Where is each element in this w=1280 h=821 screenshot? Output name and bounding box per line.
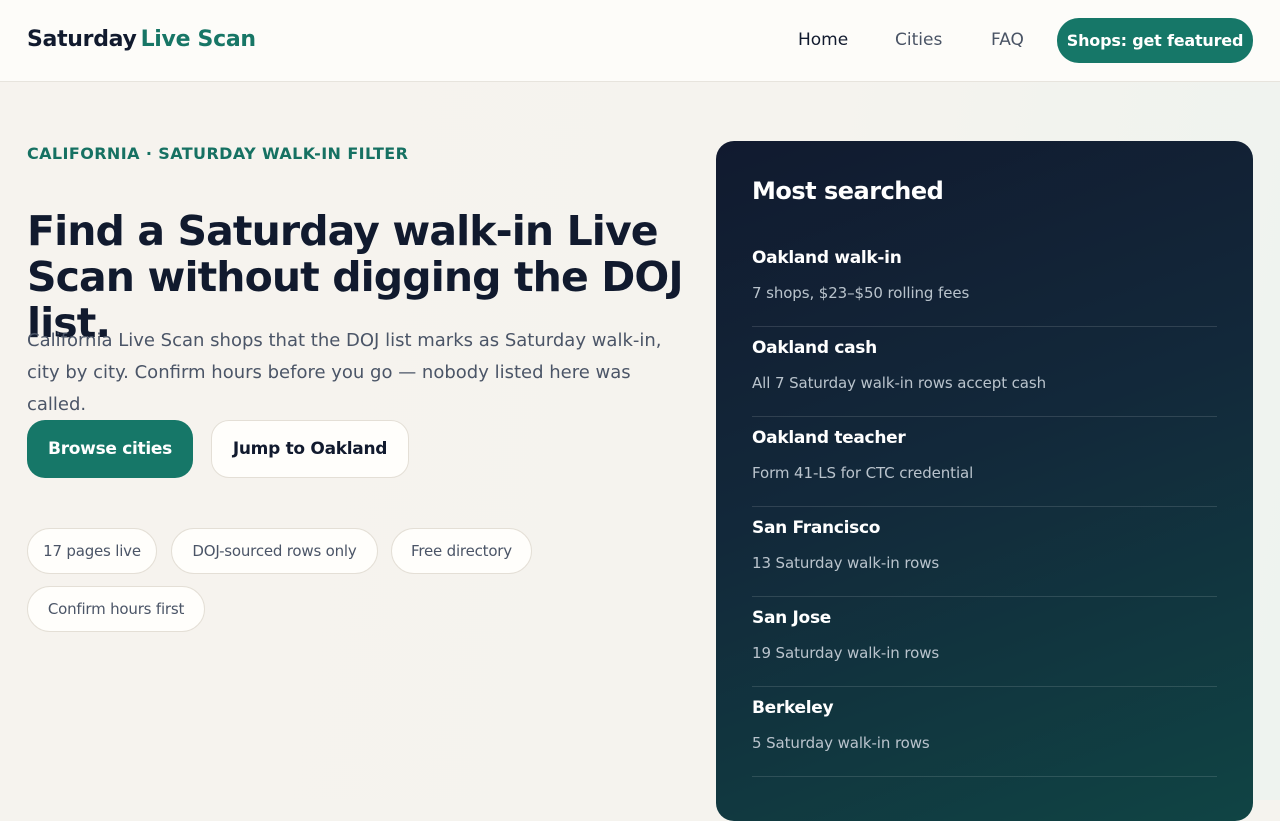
brand-accent-text: Live Scan bbox=[140, 27, 256, 52]
list-item-subtitle: 19 Saturday walk-in rows bbox=[752, 644, 940, 662]
list-item-oakland-teacher[interactable]: Oakland teacher Form 41-LS for CTC crede… bbox=[752, 417, 1217, 507]
list-item-title: Oakland cash bbox=[752, 338, 877, 358]
list-item-title: San Jose bbox=[752, 608, 831, 628]
list-item-berkeley[interactable]: Berkeley 5 Saturday walk-in rows bbox=[752, 687, 1217, 777]
list-item-oakland-cash[interactable]: Oakland cash All 7 Saturday walk-in rows… bbox=[752, 327, 1217, 417]
list-item-subtitle: All 7 Saturday walk-in rows accept cash bbox=[752, 374, 1047, 392]
pill-doj-sourced: DOJ-sourced rows only bbox=[171, 528, 378, 574]
pill-pages-live: 17 pages live bbox=[27, 528, 157, 574]
pill-confirm-hours: Confirm hours first bbox=[27, 586, 205, 632]
list-item-title: Oakland teacher bbox=[752, 428, 906, 448]
list-item-title: Oakland walk-in bbox=[752, 248, 902, 268]
brand-logo[interactable]: Saturday Live Scan bbox=[27, 27, 256, 52]
list-item-subtitle: 5 Saturday walk-in rows bbox=[752, 734, 930, 752]
pill-free-directory: Free directory bbox=[391, 528, 532, 574]
list-item-oakland-walk-in[interactable]: Oakland walk-in 7 shops, $23–$50 rolling… bbox=[752, 237, 1217, 327]
list-item-subtitle: 7 shops, $23–$50 rolling fees bbox=[752, 284, 970, 302]
list-item-subtitle: 13 Saturday walk-in rows bbox=[752, 554, 940, 572]
list-item-title: San Francisco bbox=[752, 518, 881, 538]
list-item-san-jose[interactable]: San Jose 19 Saturday walk-in rows bbox=[752, 597, 1217, 687]
panel-title: Most searched bbox=[752, 177, 944, 205]
jump-to-oakland-button[interactable]: Jump to Oakland bbox=[211, 420, 409, 478]
hero-eyebrow: CALIFORNIA · SATURDAY WALK-IN FILTER bbox=[27, 144, 409, 163]
list-item-title: Berkeley bbox=[752, 698, 834, 718]
get-featured-button[interactable]: Shops: get featured bbox=[1057, 18, 1253, 63]
brand-primary-text: Saturday bbox=[27, 27, 137, 52]
list-item-san-francisco[interactable]: San Francisco 13 Saturday walk-in rows bbox=[752, 507, 1217, 597]
list-item-subtitle: Form 41-LS for CTC credential bbox=[752, 464, 974, 482]
nav-link-cities[interactable]: Cities bbox=[895, 30, 942, 50]
hero-description: California Live Scan shops that the DOJ … bbox=[27, 330, 662, 415]
browse-cities-button[interactable]: Browse cities bbox=[27, 420, 193, 478]
most-searched-panel: Most searched Oakland walk-in 7 shops, $… bbox=[716, 141, 1253, 821]
nav-link-faq[interactable]: FAQ bbox=[991, 30, 1024, 50]
top-navigation-bar: Saturday Live Scan Home Cities FAQ Shops:… bbox=[0, 0, 1280, 82]
nav-link-home[interactable]: Home bbox=[798, 30, 848, 50]
